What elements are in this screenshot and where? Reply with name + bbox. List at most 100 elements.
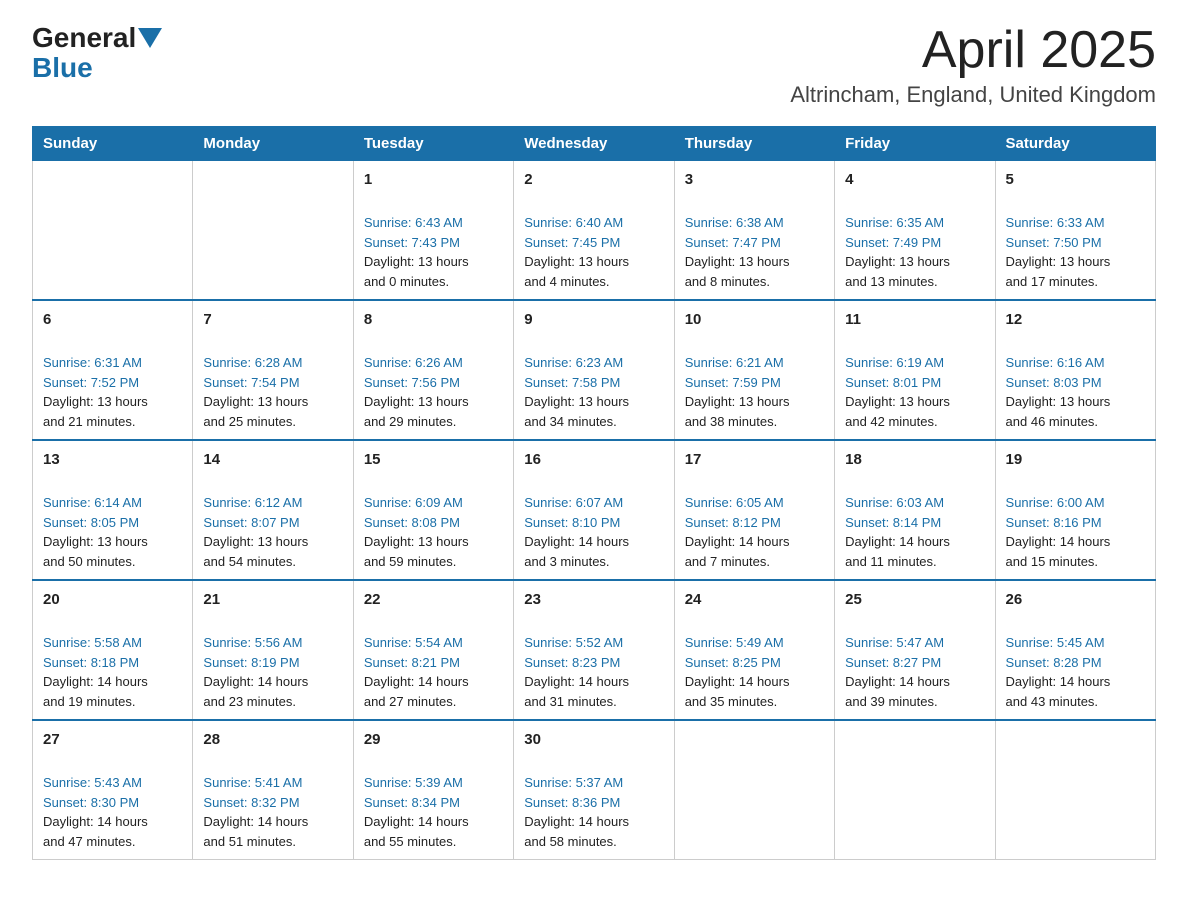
sunrise-text: Sunrise: 6:43 AM	[364, 215, 463, 230]
sunrise-text: Sunrise: 6:19 AM	[845, 355, 944, 370]
day-number: 3	[685, 169, 824, 192]
weekday-header-row: SundayMondayTuesdayWednesdayThursdayFrid…	[33, 127, 1156, 161]
daylight-line2: and 4 minutes.	[524, 274, 609, 289]
day-number: 16	[524, 449, 663, 472]
sunset-text: Sunset: 7:45 PM	[524, 235, 620, 250]
day-number: 4	[845, 169, 984, 192]
calendar-cell: 19Sunrise: 6:00 AM Sunset: 8:16 PMDaylig…	[995, 440, 1155, 580]
calendar-cell: 17Sunrise: 6:05 AM Sunset: 8:12 PMDaylig…	[674, 440, 834, 580]
calendar-cell: 28Sunrise: 5:41 AM Sunset: 8:32 PMDaylig…	[193, 720, 353, 860]
calendar-cell: 4Sunrise: 6:35 AM Sunset: 7:49 PMDayligh…	[835, 161, 995, 301]
sunset-text: Sunset: 7:50 PM	[1006, 235, 1102, 250]
daylight-line1: Daylight: 14 hours	[845, 674, 950, 689]
calendar-cell: 25Sunrise: 5:47 AM Sunset: 8:27 PMDaylig…	[835, 580, 995, 720]
sunset-text: Sunset: 8:03 PM	[1006, 375, 1102, 390]
daylight-line1: Daylight: 14 hours	[364, 814, 469, 829]
calendar-cell: 16Sunrise: 6:07 AM Sunset: 8:10 PMDaylig…	[514, 440, 674, 580]
daylight-line2: and 42 minutes.	[845, 414, 938, 429]
calendar-cell: 24Sunrise: 5:49 AM Sunset: 8:25 PMDaylig…	[674, 580, 834, 720]
daylight-line2: and 0 minutes.	[364, 274, 449, 289]
weekday-header-sunday: Sunday	[33, 127, 193, 161]
daylight-line2: and 23 minutes.	[203, 694, 296, 709]
daylight-line2: and 31 minutes.	[524, 694, 617, 709]
daylight-line2: and 59 minutes.	[364, 554, 457, 569]
day-number: 25	[845, 589, 984, 612]
daylight-line1: Daylight: 13 hours	[1006, 394, 1111, 409]
daylight-line2: and 8 minutes.	[685, 274, 770, 289]
day-number: 29	[364, 729, 503, 752]
day-number: 19	[1006, 449, 1145, 472]
calendar-header: SundayMondayTuesdayWednesdayThursdayFrid…	[33, 127, 1156, 161]
calendar-cell: 14Sunrise: 6:12 AM Sunset: 8:07 PMDaylig…	[193, 440, 353, 580]
daylight-line2: and 58 minutes.	[524, 834, 617, 849]
calendar-cell: 9Sunrise: 6:23 AM Sunset: 7:58 PMDayligh…	[514, 300, 674, 440]
daylight-line2: and 54 minutes.	[203, 554, 296, 569]
day-number: 27	[43, 729, 182, 752]
sunrise-text: Sunrise: 5:54 AM	[364, 635, 463, 650]
daylight-line2: and 51 minutes.	[203, 834, 296, 849]
daylight-line1: Daylight: 14 hours	[43, 674, 148, 689]
calendar-cell	[674, 720, 834, 860]
day-number: 6	[43, 309, 182, 332]
day-number: 14	[203, 449, 342, 472]
daylight-line1: Daylight: 14 hours	[1006, 674, 1111, 689]
daylight-line1: Daylight: 14 hours	[203, 674, 308, 689]
sunset-text: Sunset: 8:27 PM	[845, 655, 941, 670]
calendar-cell: 6Sunrise: 6:31 AM Sunset: 7:52 PMDayligh…	[33, 300, 193, 440]
sunrise-text: Sunrise: 6:31 AM	[43, 355, 142, 370]
daylight-line1: Daylight: 13 hours	[685, 254, 790, 269]
daylight-line2: and 17 minutes.	[1006, 274, 1099, 289]
sunset-text: Sunset: 8:18 PM	[43, 655, 139, 670]
sunrise-text: Sunrise: 6:38 AM	[685, 215, 784, 230]
sunrise-text: Sunrise: 6:12 AM	[203, 495, 302, 510]
daylight-line1: Daylight: 13 hours	[364, 254, 469, 269]
calendar-cell: 8Sunrise: 6:26 AM Sunset: 7:56 PMDayligh…	[353, 300, 513, 440]
sunset-text: Sunset: 8:28 PM	[1006, 655, 1102, 670]
calendar-cell: 27Sunrise: 5:43 AM Sunset: 8:30 PMDaylig…	[33, 720, 193, 860]
day-number: 15	[364, 449, 503, 472]
sunset-text: Sunset: 8:07 PM	[203, 515, 299, 530]
daylight-line1: Daylight: 14 hours	[203, 814, 308, 829]
day-number: 10	[685, 309, 824, 332]
daylight-line1: Daylight: 14 hours	[685, 674, 790, 689]
day-number: 21	[203, 589, 342, 612]
calendar-body: 1Sunrise: 6:43 AM Sunset: 7:43 PMDayligh…	[33, 161, 1156, 860]
daylight-line1: Daylight: 13 hours	[685, 394, 790, 409]
month-title: April 2025	[790, 24, 1156, 76]
day-number: 30	[524, 729, 663, 752]
calendar-cell: 23Sunrise: 5:52 AM Sunset: 8:23 PMDaylig…	[514, 580, 674, 720]
sunset-text: Sunset: 8:34 PM	[364, 795, 460, 810]
calendar-cell: 1Sunrise: 6:43 AM Sunset: 7:43 PMDayligh…	[353, 161, 513, 301]
calendar-cell: 30Sunrise: 5:37 AM Sunset: 8:36 PMDaylig…	[514, 720, 674, 860]
sunset-text: Sunset: 8:10 PM	[524, 515, 620, 530]
daylight-line2: and 38 minutes.	[685, 414, 778, 429]
daylight-line1: Daylight: 13 hours	[364, 534, 469, 549]
sunset-text: Sunset: 7:47 PM	[685, 235, 781, 250]
calendar-cell: 18Sunrise: 6:03 AM Sunset: 8:14 PMDaylig…	[835, 440, 995, 580]
daylight-line2: and 43 minutes.	[1006, 694, 1099, 709]
sunset-text: Sunset: 7:49 PM	[845, 235, 941, 250]
sunset-text: Sunset: 8:23 PM	[524, 655, 620, 670]
sunrise-text: Sunrise: 5:58 AM	[43, 635, 142, 650]
weekday-header-tuesday: Tuesday	[353, 127, 513, 161]
calendar-cell: 29Sunrise: 5:39 AM Sunset: 8:34 PMDaylig…	[353, 720, 513, 860]
weekday-header-wednesday: Wednesday	[514, 127, 674, 161]
day-number: 12	[1006, 309, 1145, 332]
sunrise-text: Sunrise: 5:41 AM	[203, 775, 302, 790]
sunset-text: Sunset: 7:54 PM	[203, 375, 299, 390]
calendar-cell: 20Sunrise: 5:58 AM Sunset: 8:18 PMDaylig…	[33, 580, 193, 720]
daylight-line1: Daylight: 13 hours	[845, 394, 950, 409]
daylight-line2: and 13 minutes.	[845, 274, 938, 289]
sunrise-text: Sunrise: 5:45 AM	[1006, 635, 1105, 650]
calendar-week-row: 27Sunrise: 5:43 AM Sunset: 8:30 PMDaylig…	[33, 720, 1156, 860]
calendar-cell: 10Sunrise: 6:21 AM Sunset: 7:59 PMDaylig…	[674, 300, 834, 440]
title-block: April 2025 Altrincham, England, United K…	[790, 24, 1156, 108]
sunset-text: Sunset: 8:30 PM	[43, 795, 139, 810]
daylight-line1: Daylight: 13 hours	[1006, 254, 1111, 269]
sunrise-text: Sunrise: 6:33 AM	[1006, 215, 1105, 230]
location-text: Altrincham, England, United Kingdom	[790, 82, 1156, 108]
daylight-line1: Daylight: 14 hours	[524, 814, 629, 829]
calendar-cell: 7Sunrise: 6:28 AM Sunset: 7:54 PMDayligh…	[193, 300, 353, 440]
sunset-text: Sunset: 8:05 PM	[43, 515, 139, 530]
daylight-line1: Daylight: 13 hours	[845, 254, 950, 269]
